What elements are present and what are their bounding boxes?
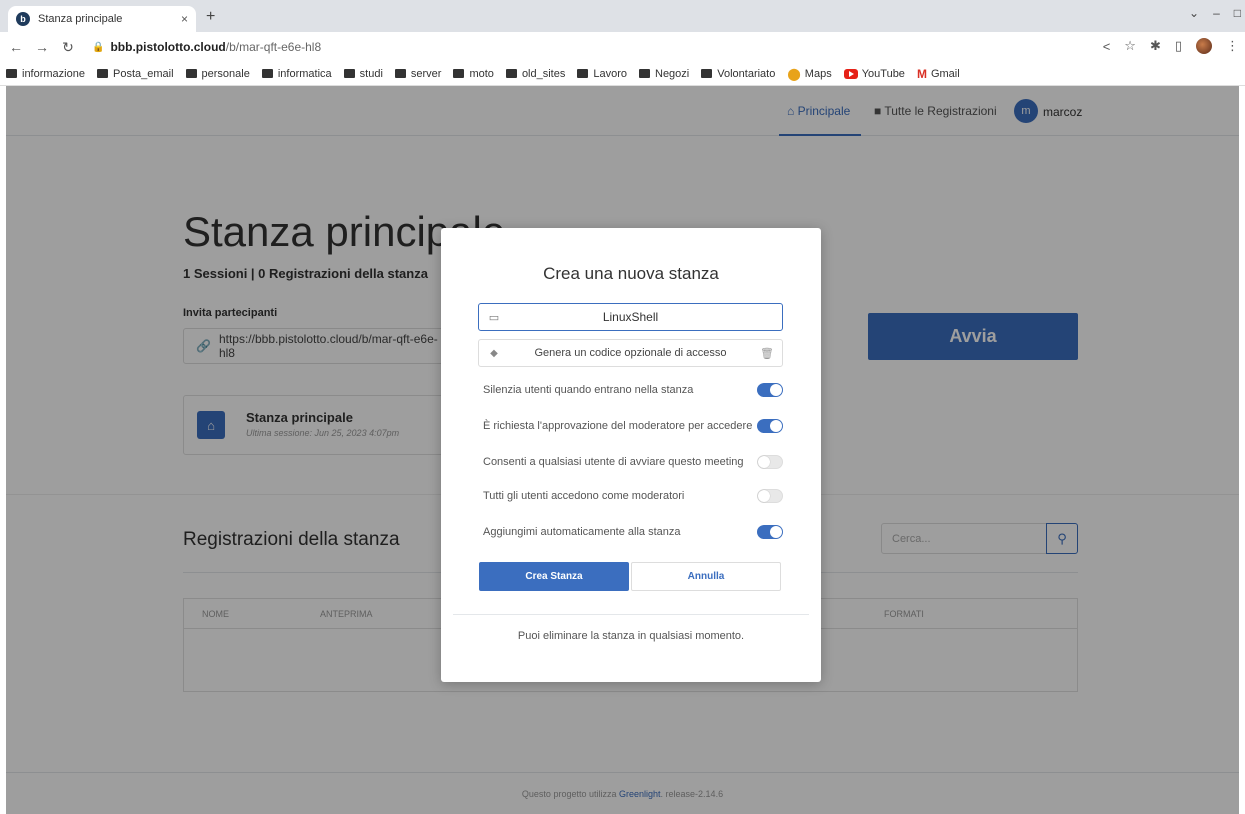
access-code-text: Genera un codice opzionale di accesso: [534, 347, 727, 359]
folder-icon: [343, 69, 355, 78]
bookmark-folder[interactable]: Volontariato: [701, 68, 775, 80]
bookmark-folder[interactable]: moto: [453, 68, 494, 80]
folder-icon: [505, 69, 517, 78]
bookmark-gmail[interactable]: M Gmail: [917, 67, 960, 81]
folder-icon: [261, 69, 273, 78]
bookmark-folder[interactable]: informazione: [6, 68, 85, 80]
greenlight-favicon-icon: b: [16, 12, 30, 26]
folder-icon: [453, 69, 465, 78]
folder-icon: [701, 69, 713, 78]
bookmark-folder[interactable]: Lavoro: [577, 68, 627, 80]
toggle-switch[interactable]: [757, 383, 783, 397]
toggle-switch[interactable]: [757, 525, 783, 539]
toolbar-actions: < ☆ ✱ ▯ ⋮: [1103, 38, 1239, 54]
tab-title: Stanza principale: [38, 13, 123, 25]
folder-icon: [6, 69, 17, 78]
folder-icon: [577, 69, 589, 78]
modal-title: Crea una nuova stanza: [543, 264, 719, 283]
youtube-icon: [843, 68, 858, 79]
bookmark-folder[interactable]: old_sites: [505, 68, 565, 80]
minimize-icon[interactable]: –: [1213, 6, 1220, 20]
bookmark-youtube[interactable]: YouTube: [843, 68, 905, 80]
tab-search-icon[interactable]: ⌄: [1189, 6, 1199, 20]
folder-icon: [185, 69, 197, 78]
maps-pin-icon: ⬤: [787, 66, 801, 81]
cancel-button[interactable]: Annulla: [631, 562, 781, 591]
dice-icon: ◆: [490, 347, 498, 359]
create-room-button[interactable]: Crea Stanza: [479, 562, 629, 591]
share-icon[interactable]: <: [1103, 39, 1111, 54]
bookmark-folder[interactable]: personale: [185, 68, 250, 80]
new-tab-button[interactable]: +: [206, 8, 215, 26]
bookmark-folder[interactable]: Negozi: [639, 68, 689, 80]
bookmark-star-icon[interactable]: ☆: [1124, 38, 1136, 54]
room-icon: ▭: [488, 311, 500, 324]
window-controls: ⌄ – □: [1189, 6, 1241, 20]
forward-icon[interactable]: →: [32, 39, 52, 55]
browser-tabstrip: b Stanza principale × + ⌄ – □: [0, 0, 1245, 32]
folder-icon: [394, 69, 406, 78]
bookmark-folder[interactable]: Posta_email: [96, 68, 174, 80]
bookmark-folder[interactable]: studi: [343, 68, 383, 80]
option-auto-join[interactable]: Aggiungimi automaticamente alla stanza: [483, 522, 783, 542]
url-path: /b/mar-qft-e6e-hl8: [225, 40, 322, 54]
browser-toolbar: ← → ↻ 🔒 bbb.pistolotto.cloud/b/mar-qft-e…: [0, 32, 1245, 62]
bookmarks-bar: informazione Posta_email personale infor…: [0, 62, 1245, 86]
lock-icon[interactable]: 🔒: [92, 42, 104, 53]
toggle-switch[interactable]: [757, 455, 783, 469]
trash-icon[interactable]: 🗑: [752, 347, 782, 360]
browser-tab[interactable]: b Stanza principale ×: [8, 6, 196, 32]
side-panel-icon[interactable]: ▯: [1175, 38, 1182, 54]
room-name-input[interactable]: ▭ LinuxShell: [478, 303, 783, 331]
divider: [453, 614, 809, 615]
room-name-value: LinuxShell: [602, 310, 659, 324]
back-icon[interactable]: ←: [6, 39, 26, 55]
bookmark-maps[interactable]: ⬤ Maps: [787, 67, 831, 81]
folder-icon: [96, 69, 108, 78]
menu-icon[interactable]: ⋮: [1226, 38, 1239, 54]
modal-footer-note: Puoi eliminare la stanza in qualsiasi mo…: [517, 630, 745, 642]
folder-icon: [639, 69, 650, 78]
option-all-moderators[interactable]: Tutti gli utenti accedono come moderator…: [483, 486, 783, 506]
gmail-icon: M: [916, 66, 927, 81]
option-anyone-can-start[interactable]: Consenti a qualsiasi utente di avviare q…: [483, 452, 783, 472]
url-host: bbb.pistolotto.cloud: [110, 40, 226, 54]
option-mute-on-join[interactable]: Silenzia utenti quando entrano nella sta…: [483, 380, 783, 400]
toggle-switch[interactable]: [757, 489, 783, 503]
tab-close-icon[interactable]: ×: [181, 12, 188, 26]
access-code-field[interactable]: ◆ Genera un codice opzionale di accesso …: [478, 339, 783, 367]
bookmark-folder[interactable]: informatica: [261, 68, 332, 80]
toggle-switch[interactable]: [757, 419, 783, 433]
reload-icon[interactable]: ↻: [58, 39, 78, 56]
profile-avatar-icon[interactable]: [1196, 38, 1212, 54]
extensions-icon[interactable]: ✱: [1150, 38, 1161, 54]
address-bar[interactable]: 🔒 bbb.pistolotto.cloud/b/mar-qft-e6e-hl8: [92, 36, 1092, 58]
maximize-icon[interactable]: □: [1234, 6, 1241, 20]
bookmark-folder[interactable]: server: [394, 68, 441, 80]
option-require-approval[interactable]: È richiesta l'approvazione del moderator…: [483, 416, 783, 436]
create-room-modal: Crea una nuova stanza ▭ LinuxShell ◆ Gen…: [441, 228, 821, 682]
